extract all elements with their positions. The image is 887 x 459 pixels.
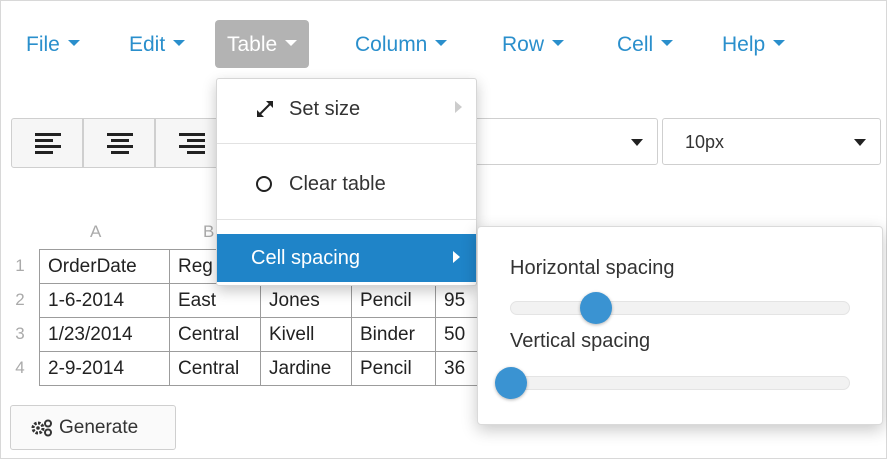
menu-row[interactable]: Row — [502, 20, 565, 68]
caret-down-icon — [631, 139, 643, 146]
menu-item-clear-table[interactable]: Clear table — [217, 158, 476, 206]
table-cell[interactable]: Jardine — [260, 351, 352, 386]
align-right-icon — [179, 133, 205, 154]
align-center-button[interactable] — [83, 118, 155, 168]
vertical-spacing-label: Vertical spacing — [510, 330, 651, 352]
caret-down-icon — [285, 40, 298, 47]
slider-thumb[interactable] — [495, 367, 527, 399]
menu-item-cell-spacing[interactable]: Cell spacing — [217, 234, 476, 282]
table-cell[interactable]: 50 — [435, 317, 478, 352]
menubar: File Edit Table Column Row Cell Help — [0, 20, 887, 68]
align-right-button[interactable] — [155, 118, 217, 168]
slider-thumb[interactable] — [580, 292, 612, 324]
row-header: 3 — [15, 324, 25, 343]
table-cell[interactable]: OrderDate — [39, 249, 170, 284]
menu-edit[interactable]: Edit — [129, 20, 186, 68]
caret-down-icon — [661, 40, 674, 47]
horizontal-spacing-slider[interactable] — [510, 292, 850, 324]
align-left-button[interactable] — [11, 118, 83, 168]
column-header: B — [203, 222, 215, 241]
table-row: 1-6-2014 East Jones Pencil 95 — [39, 283, 478, 318]
table-row: 2-9-2014 Central Jardine Pencil 36 — [39, 351, 478, 386]
table-cell[interactable]: Central — [169, 317, 261, 352]
table-cell[interactable]: East — [169, 283, 261, 318]
table-cell[interactable]: Central — [169, 351, 261, 386]
chevron-right-icon — [453, 251, 460, 263]
menu-divider — [217, 143, 476, 144]
caret-down-icon — [854, 139, 866, 146]
cell-spacing-submenu: Horizontal spacing Vertical spacing — [477, 226, 883, 425]
row-header: 2 — [15, 290, 25, 309]
horizontal-spacing-label: Horizontal spacing — [510, 257, 675, 279]
caret-down-icon — [552, 40, 565, 47]
menu-file[interactable]: File — [26, 20, 80, 68]
table-cell[interactable]: Jones — [260, 283, 352, 318]
gears-icon — [31, 419, 52, 437]
table-dropdown-menu: Set size Clear table Cell spacing — [216, 78, 477, 286]
font-size-select[interactable]: 10px — [662, 118, 881, 165]
menu-divider — [217, 219, 476, 220]
table-cell[interactable]: Pencil — [351, 283, 436, 318]
row-header: 4 — [15, 358, 25, 377]
table-cell[interactable]: 1/23/2014 — [39, 317, 170, 352]
generate-button[interactable]: Generate — [10, 405, 176, 450]
table-cell[interactable]: 95 — [435, 283, 478, 318]
caret-down-icon — [67, 40, 80, 47]
menu-table[interactable]: Table — [215, 20, 310, 68]
table-cell[interactable]: 36 — [435, 351, 478, 386]
table-cell[interactable]: Kivell — [260, 317, 352, 352]
menu-help[interactable]: Help — [722, 20, 786, 68]
chevron-right-icon — [455, 101, 462, 113]
resize-icon — [257, 101, 273, 117]
caret-down-icon — [773, 40, 786, 47]
menu-column[interactable]: Column — [355, 20, 448, 68]
table-cell[interactable]: Pencil — [351, 351, 436, 386]
circle-icon — [256, 176, 272, 192]
caret-down-icon — [173, 40, 186, 47]
table-cell[interactable]: 1-6-2014 — [39, 283, 170, 318]
vertical-spacing-slider[interactable] — [495, 367, 850, 399]
row-header: 1 — [15, 256, 25, 275]
align-left-icon — [35, 133, 61, 154]
column-header: A — [90, 222, 102, 241]
caret-down-icon — [435, 40, 448, 47]
menu-cell[interactable]: Cell — [617, 20, 674, 68]
menu-item-set-size[interactable]: Set size — [217, 83, 476, 131]
table-row: 1/23/2014 Central Kivell Binder 50 — [39, 317, 478, 352]
align-center-icon — [107, 133, 133, 154]
table-cell[interactable]: 2-9-2014 — [39, 351, 170, 386]
table-cell[interactable]: Binder — [351, 317, 436, 352]
